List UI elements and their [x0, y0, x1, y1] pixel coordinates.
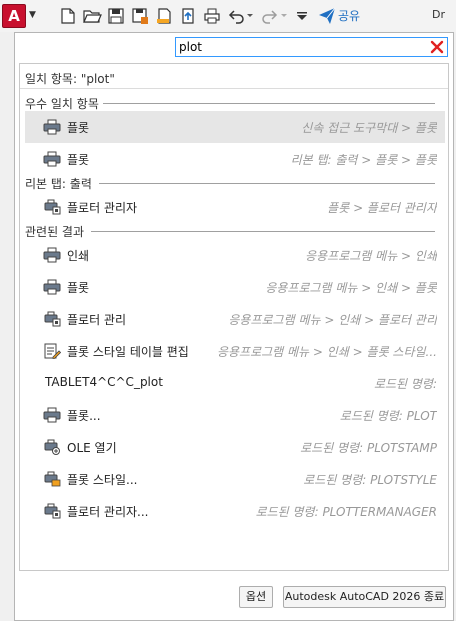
plot-printer-icon: [43, 407, 61, 423]
options-button[interactable]: 옵션: [239, 586, 273, 608]
result-path: 로드된 명령: PLOTTERMANAGER: [255, 505, 437, 519]
autocad-logo-icon: A: [2, 4, 26, 28]
plot-style-icon: [43, 471, 61, 487]
section-title: 리본 탭: 출력: [25, 177, 92, 191]
result-item[interactable]: 플로터 관리자... 로드된 명령: PLOTTERMANAGER: [25, 495, 445, 527]
application-menu-panel: 일치 항목: "plot" 우수 일치 항목 플롯 신속 접근 도구막대 > 플…: [14, 32, 454, 621]
menu-button-bar: 옵션 Autodesk AutoCAD 2026 종료: [15, 578, 453, 618]
share-label: 공유: [338, 9, 361, 23]
result-item[interactable]: 플롯 신속 접근 도구막대 > 플롯: [25, 111, 445, 143]
redo-icon[interactable]: [260, 6, 288, 26]
send-icon: [319, 7, 336, 24]
result-path: 로드된 명령: PLOTSTAMP: [300, 441, 437, 455]
open-folder-icon[interactable]: [82, 6, 102, 26]
result-path: 로드된 명령: PLOTSTYLE: [303, 473, 437, 487]
result-label: 인쇄: [67, 249, 90, 263]
result-label: 플롯: [67, 281, 90, 295]
plot-printer-icon[interactable]: [202, 6, 222, 26]
section-header-related: 관련된 결과: [25, 223, 445, 239]
result-label: 플롯: [67, 153, 90, 167]
result-label: 플롯: [67, 121, 90, 135]
save-as-icon[interactable]: [130, 6, 150, 26]
result-label: 플롯 스타일 테이블 편집: [67, 345, 189, 359]
plotter-manager-icon: [43, 199, 61, 215]
result-label: 플로터 관리자: [67, 201, 138, 215]
result-path: 응용프로그램 메뉴 > 인쇄 > 플로터 관리: [228, 313, 437, 327]
result-path: 응용프로그램 메뉴 > 인쇄: [305, 249, 437, 263]
result-label: OLE 열기: [67, 441, 117, 455]
result-label: 플로터 관리: [67, 313, 127, 327]
result-item[interactable]: TABLET4^C^C_plot 로드된 명령:: [25, 367, 445, 399]
undo-icon[interactable]: [226, 6, 254, 26]
result-label: TABLET4^C^C_plot: [45, 375, 163, 389]
chevron-down-icon: ▼: [29, 10, 36, 20]
search-box[interactable]: [175, 37, 448, 57]
result-label: 플로터 관리자...: [67, 505, 149, 519]
result-path: 플롯 > 플로터 관리자: [327, 201, 437, 215]
result-path: 로드된 명령: PLOT: [339, 409, 437, 423]
search-results-list: 일치 항목: "plot" 우수 일치 항목 플롯 신속 접근 도구막대 > 플…: [19, 63, 449, 571]
result-item[interactable]: 플롯 스타일... 로드된 명령: PLOTSTYLE: [25, 463, 445, 495]
result-item[interactable]: 플롯 응용프로그램 메뉴 > 인쇄 > 플롯: [25, 271, 445, 303]
section-header-ribbon: 리본 탭: 출력: [25, 175, 445, 191]
customize-dropdown-icon[interactable]: [294, 6, 310, 26]
result-item[interactable]: 플로터 관리자 플롯 > 플로터 관리자: [25, 191, 445, 223]
section-title: 관련된 결과: [25, 225, 85, 239]
exit-autocad-button[interactable]: Autodesk AutoCAD 2026 종료: [283, 586, 446, 608]
clear-search-icon[interactable]: [430, 40, 444, 54]
result-path: 응용프로그램 메뉴 > 인쇄 > 플롯 스타일...: [216, 345, 437, 359]
result-path: 응용프로그램 메뉴 > 인쇄 > 플롯: [265, 281, 437, 295]
plot-printer-icon: [43, 247, 61, 263]
plot-printer-icon: [43, 151, 61, 167]
result-item[interactable]: 플로터 관리 응용프로그램 메뉴 > 인쇄 > 플로터 관리: [25, 303, 445, 335]
match-count-header: 일치 항목: "plot": [25, 72, 115, 86]
save-icon[interactable]: [106, 6, 126, 26]
result-item[interactable]: 플롯 스타일 테이블 편집 응용프로그램 메뉴 > 인쇄 > 플롯 스타일...: [25, 335, 445, 367]
result-path: 로드된 명령:: [373, 377, 437, 391]
section-title: 우수 일치 항목: [25, 97, 99, 111]
result-label: 플롯...: [67, 409, 101, 423]
result-path: 신속 접근 도구막대 > 플롯: [301, 121, 437, 135]
plot-printer-icon: [43, 119, 61, 135]
plot-style-edit-icon: [43, 343, 62, 359]
application-menu-button[interactable]: A ▼: [1, 3, 51, 29]
share-upload-icon[interactable]: [178, 6, 198, 26]
result-item[interactable]: 플롯... 로드된 명령: PLOT: [25, 399, 445, 431]
new-file-icon[interactable]: [58, 6, 78, 26]
divider: [20, 88, 448, 89]
plotter-manager-icon: [43, 503, 61, 519]
open-web-icon[interactable]: [154, 6, 174, 26]
result-item[interactable]: 플롯 리본 탭: 출력 > 플롯 > 플롯: [25, 143, 445, 175]
section-header-best-match: 우수 일치 항목: [25, 95, 445, 111]
result-item[interactable]: 인쇄 응용프로그램 메뉴 > 인쇄: [25, 239, 445, 271]
divider: [103, 103, 435, 104]
window-title-fragment: Dr: [432, 8, 445, 21]
divider: [91, 231, 435, 232]
left-edge-strip: [0, 32, 14, 621]
search-input[interactable]: [179, 39, 419, 55]
quick-access-toolbar: A ▼ 공유 Dr: [0, 0, 456, 32]
result-path: 리본 탭: 출력 > 플롯 > 플롯: [290, 153, 437, 167]
plot-printer-icon: [43, 279, 61, 295]
result-item[interactable]: OLE 열기 로드된 명령: PLOTSTAMP: [25, 431, 445, 463]
plot-stamp-icon: [43, 439, 61, 455]
divider: [99, 183, 435, 184]
plotter-manager-icon: [43, 311, 61, 327]
result-label: 플롯 스타일...: [67, 473, 138, 487]
